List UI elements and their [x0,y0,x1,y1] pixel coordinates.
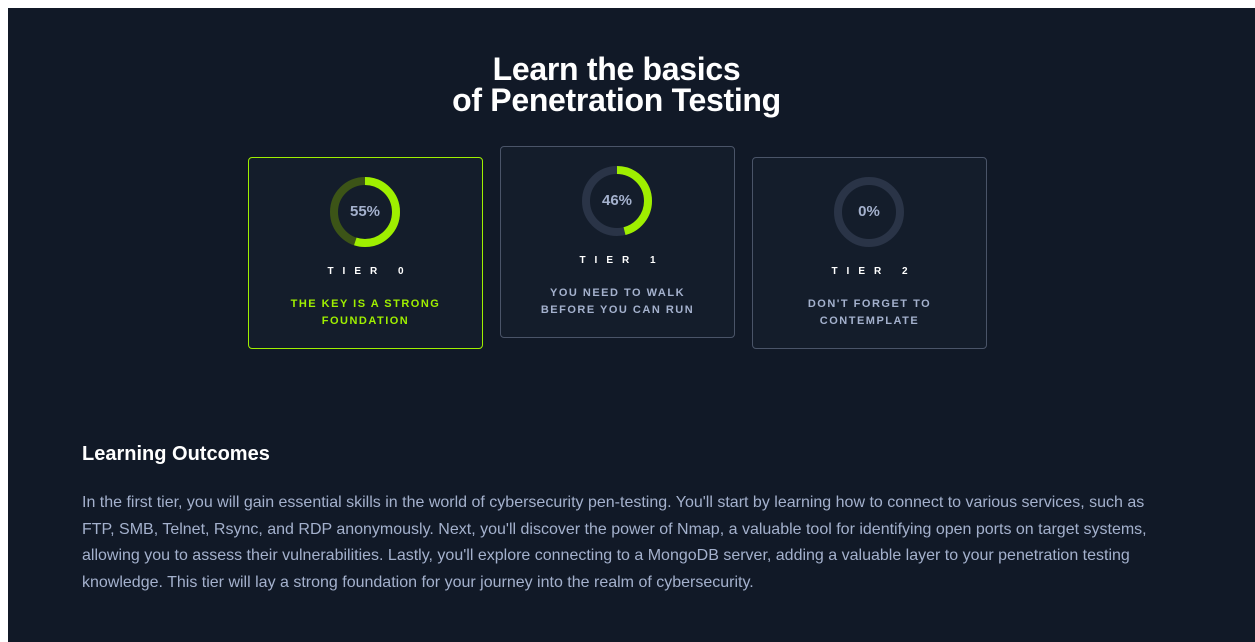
page-title-line-2: of Penetration Testing [452,82,781,118]
progress-percent: 55% [349,203,381,220]
learning-outcomes-text: In the first tier, you will gain essenti… [82,494,1147,591]
progress-ring-tier-2: 0% [833,176,905,248]
tier-name: TIER 2 [831,266,917,277]
tier-description: YOU NEED TO WALK BEFORE YOU CAN RUN [540,287,695,316]
progress-ring-tier-0: 55% [329,176,401,248]
tier-card-2[interactable]: 0% TIER 2 DON'T FORGET TO CONTEMPLATE [752,157,987,349]
tier-card-1[interactable]: 46% TIER 1 YOU NEED TO WALK BEFORE YOU C… [500,146,735,338]
tier-description: THE KEY IS A STRONG FOUNDATION [290,298,441,327]
page-title-line-1: Learn the basics [492,51,741,87]
progress-percent: 0% [858,203,880,220]
page-title: Learn the basics of Penetration Testing [8,51,1225,118]
page: Learn the basics of Penetration Testing … [8,8,1255,642]
learning-outcomes-heading: Learning Outcomes [82,443,270,465]
tier-card-0[interactable]: 55% TIER 0 THE KEY IS A STRONG FOUNDATIO… [248,157,483,349]
progress-ring-tier-1: 46% [581,165,653,237]
tier-name: TIER 0 [327,266,413,277]
progress-percent: 46% [601,192,633,209]
tier-name: TIER 1 [579,255,665,266]
tier-description: DON'T FORGET TO CONTEMPLATE [807,298,932,327]
